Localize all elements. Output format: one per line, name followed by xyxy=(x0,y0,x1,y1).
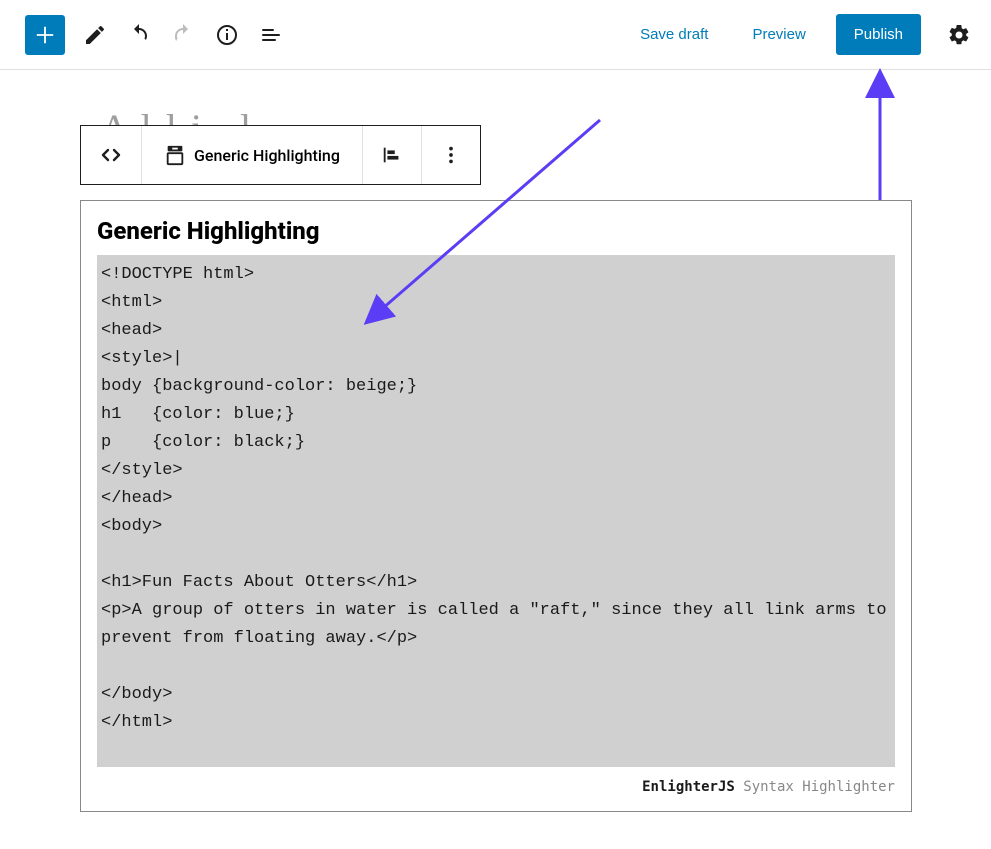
block-name-button[interactable]: Generic Highlighting xyxy=(142,126,363,184)
list-icon xyxy=(259,23,283,47)
undo-icon xyxy=(127,23,151,47)
code-block-footer: EnlighterJS Syntax Highlighter xyxy=(97,767,895,795)
annotation-arrow-block xyxy=(360,110,620,334)
info-button[interactable] xyxy=(213,21,241,49)
undo-button[interactable] xyxy=(125,21,153,49)
footer-text: Syntax Highlighter xyxy=(735,779,895,795)
save-draft-button[interactable]: Save draft xyxy=(626,16,722,53)
settings-button[interactable] xyxy=(947,23,971,47)
edit-tool-button[interactable] xyxy=(81,21,109,49)
top-toolbar: Save draft Preview Publish xyxy=(0,0,991,70)
block-name-label: Generic Highlighting xyxy=(194,146,340,165)
enlighter-icon xyxy=(164,144,186,166)
block-type-button[interactable] xyxy=(81,126,142,184)
gear-icon xyxy=(947,23,971,47)
outline-button[interactable] xyxy=(257,21,285,49)
code-icon xyxy=(99,143,123,167)
preview-button[interactable]: Preview xyxy=(738,16,819,53)
add-block-button[interactable] xyxy=(25,15,65,55)
publish-button[interactable]: Publish xyxy=(836,14,921,55)
redo-button xyxy=(169,21,197,49)
plus-icon xyxy=(34,24,56,46)
redo-icon xyxy=(171,23,195,47)
pencil-icon xyxy=(83,23,107,47)
info-icon xyxy=(215,23,239,47)
footer-brand: EnlighterJS xyxy=(642,779,735,795)
annotation-arrow-publish xyxy=(865,75,895,209)
